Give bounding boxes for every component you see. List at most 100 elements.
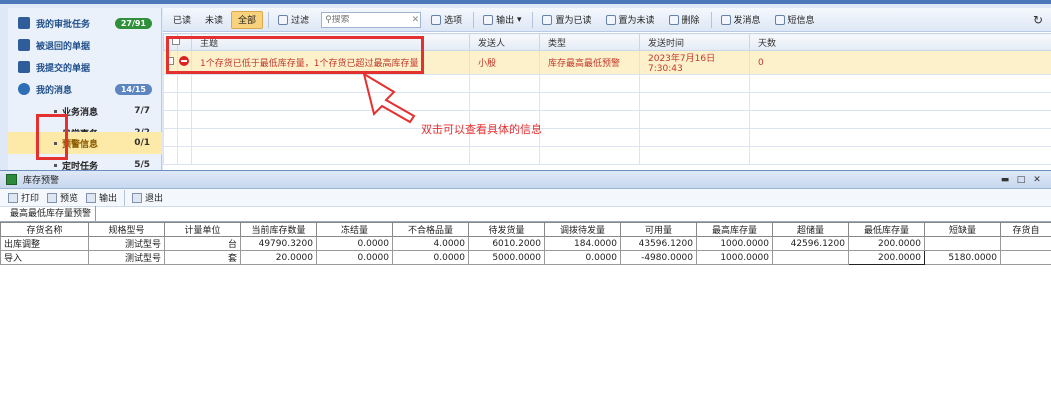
cell[interactable]: 1000.0000 (696, 236, 773, 251)
sender-cell[interactable]: 小殷 (469, 50, 540, 75)
sidebar-item-approval-tasks[interactable]: 我的审批任务 27/91 (8, 12, 162, 34)
maximize-icon[interactable]: □ (1013, 175, 1029, 185)
export-label: 输出 (496, 16, 515, 26)
sidebar-item-warnings[interactable]: 预警信息 0/1 (8, 132, 162, 154)
toolbar-divider (532, 11, 534, 28)
delete-button[interactable]: 删除 (663, 11, 706, 29)
column-header[interactable]: 待发货量 (468, 222, 545, 237)
filter-button[interactable]: 过滤 (272, 11, 315, 29)
column-header[interactable]: 超储量 (772, 222, 849, 237)
send-message-button[interactable]: 发消息 (715, 11, 767, 29)
read-filter-button[interactable]: 已读 (167, 11, 197, 29)
refresh-icon[interactable]: ↻ (1033, 13, 1043, 27)
count-badge: 27/91 (114, 17, 152, 29)
cell[interactable] (1000, 250, 1051, 265)
focused-cell[interactable]: 200.0000 (848, 250, 925, 265)
preview-label: 预览 (60, 194, 79, 204)
cell[interactable] (772, 250, 849, 265)
cell[interactable]: 0.0000 (392, 250, 469, 265)
cell[interactable] (1000, 236, 1051, 251)
message-list-panel: 已读 未读 全部 过滤 ⚲ ✕ 选项 输出 ▾ 置为已读 置为未读 删除 发消息… (163, 8, 1051, 170)
all-filter-button[interactable]: 全部 (231, 10, 264, 29)
cell[interactable]: 49790.3200 (240, 236, 317, 251)
message-center: 我的审批任务 27/91 被退回的单据 我提交的单据 我的消息 14/15 业务… (0, 0, 1051, 172)
cell[interactable]: 200.0000 (848, 236, 925, 251)
column-header[interactable]: 可用量 (620, 222, 697, 237)
column-header[interactable]: 短缺量 (924, 222, 1001, 237)
sms-button[interactable]: 短信息 (769, 11, 821, 29)
column-header[interactable]: 不合格品量 (392, 222, 469, 237)
column-header[interactable]: 最高库存量 (696, 222, 773, 237)
column-header[interactable]: 调拨待发量 (544, 222, 621, 237)
cell[interactable]: 184.0000 (544, 236, 621, 251)
exit-button[interactable]: 退出 (128, 191, 167, 204)
cell[interactable]: 测试型号 (88, 236, 165, 251)
cell[interactable]: 5180.0000 (924, 250, 1001, 265)
mark-unread-button[interactable]: 置为未读 (600, 11, 661, 29)
column-header[interactable]: 计量单位 (164, 222, 241, 237)
column-header[interactable]: 存货自 (1000, 222, 1051, 237)
search-input[interactable] (331, 14, 412, 25)
export-button[interactable]: 输出 ▾ (477, 11, 527, 29)
cell[interactable]: 0.0000 (316, 250, 393, 265)
sidebar-item-label: 我的消息 (36, 85, 73, 96)
cell[interactable]: 台 (164, 236, 241, 251)
table-row[interactable]: 出库调整 测试型号 台 49790.3200 0.0000 4.0000 601… (0, 236, 1051, 251)
sidebar-item-returned-docs[interactable]: 被退回的单据 (8, 34, 162, 56)
chat-bubble-icon (18, 83, 30, 95)
minimize-icon[interactable]: ▬ (997, 175, 1013, 185)
print-button[interactable]: 打印 (4, 191, 43, 204)
column-header[interactable]: 规格型号 (88, 222, 165, 237)
column-header[interactable]: 存货名称 (0, 222, 89, 237)
inventory-table: 存货名称 规格型号 计量单位 当前库存数量 冻结量 不合格品量 待发货量 调拨待… (0, 222, 1051, 265)
cell[interactable]: -4980.0000 (620, 250, 697, 265)
column-header[interactable]: 最低库存量 (848, 222, 925, 237)
column-header[interactable]: 冻结量 (316, 222, 393, 237)
cell[interactable]: 导入 (0, 250, 89, 265)
mark-read-button[interactable]: 置为已读 (536, 11, 597, 29)
print-label: 打印 (21, 194, 40, 204)
sidebar-item-label: 我提交的单据 (36, 63, 91, 74)
sidebar-item-label: 预警信息 (62, 139, 99, 150)
type-cell[interactable]: 库存最高最低预警 (539, 50, 640, 75)
window-grid-icon (6, 174, 17, 185)
type-header[interactable]: 类型 (539, 33, 640, 51)
unread-filter-button[interactable]: 未读 (199, 11, 229, 29)
cell[interactable] (924, 236, 1001, 251)
table-row[interactable]: 导入 测试型号 套 20.0000 0.0000 0.0000 5000.000… (0, 250, 1051, 265)
cell[interactable]: 43596.1200 (620, 236, 697, 251)
column-header[interactable]: 当前库存数量 (240, 222, 317, 237)
cell[interactable]: 5000.0000 (468, 250, 545, 265)
time-header[interactable]: 发送时间 (639, 33, 750, 51)
options-button[interactable]: 选项 (425, 11, 468, 29)
export-icon (86, 192, 97, 203)
cell[interactable]: 42596.1200 (772, 236, 849, 251)
item-count: 0/1 (134, 138, 150, 148)
clear-icon[interactable]: ✕ (412, 15, 420, 25)
empty-row (163, 110, 1051, 129)
tab-min-max-warning[interactable]: 最高最低库存量预警 (6, 206, 97, 221)
sidebar-item-my-messages[interactable]: 我的消息 14/15 (8, 78, 162, 100)
empty-row (163, 92, 1051, 111)
sidebar-item-submitted-docs[interactable]: 我提交的单据 (8, 56, 162, 78)
days-header[interactable]: 天数 (749, 33, 1051, 51)
cell[interactable]: 出库调整 (0, 236, 89, 251)
exit-icon (132, 192, 143, 203)
cell[interactable]: 0.0000 (316, 236, 393, 251)
preview-button[interactable]: 预览 (43, 191, 82, 204)
time-cell[interactable]: 2023年7月16日 7:30:43 (639, 50, 750, 75)
cell[interactable]: 4.0000 (392, 236, 469, 251)
cell[interactable]: 1000.0000 (696, 250, 773, 265)
cell[interactable]: 测试型号 (88, 250, 165, 265)
cell[interactable]: 套 (164, 250, 241, 265)
sidebar-item-business-messages[interactable]: 业务消息 7/7 (8, 100, 162, 122)
cell[interactable]: 20.0000 (240, 250, 317, 265)
mark-unread-icon (605, 14, 616, 25)
cell[interactable]: 0.0000 (544, 250, 621, 265)
search-box[interactable]: ⚲ ✕ (321, 11, 422, 28)
sender-header[interactable]: 发送人 (469, 33, 540, 51)
days-cell[interactable]: 0 (749, 50, 1051, 75)
cell[interactable]: 6010.2000 (468, 236, 545, 251)
close-icon[interactable]: ✕ (1029, 175, 1045, 185)
export-button[interactable]: 输出 (82, 191, 121, 204)
